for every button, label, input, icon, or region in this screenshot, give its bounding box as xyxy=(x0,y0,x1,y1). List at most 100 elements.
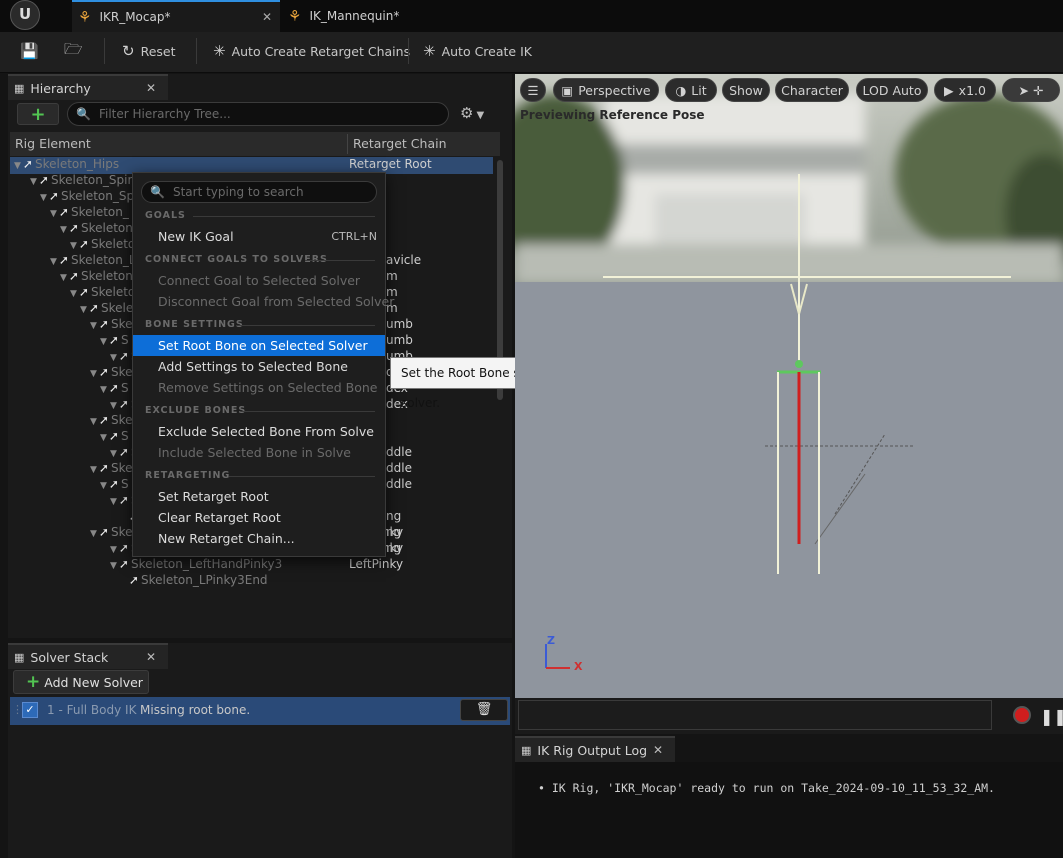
expand-arrow-icon[interactable]: ▼ xyxy=(90,465,97,475)
hierarchy-tab[interactable]: ▦ Hierarchy ✕ xyxy=(8,74,168,100)
tree-row[interactable]: ▼ ➚ Skeleton_LeftHandPinky3 xyxy=(110,557,282,573)
tree-row[interactable]: ▼ ➚ Skeleto xyxy=(70,237,135,253)
expand-arrow-icon[interactable]: ▼ xyxy=(100,337,107,347)
tree-row[interactable]: ▼ ➚ Skeleton_Spine xyxy=(30,173,142,189)
expand-arrow-icon[interactable]: ▼ xyxy=(90,417,97,427)
col-retarget-chain[interactable]: Retarget Chain xyxy=(353,136,447,151)
tree-row[interactable]: ▼ ➚ Skeleton xyxy=(60,269,133,285)
expand-arrow-icon[interactable]: ▼ xyxy=(100,481,107,491)
menu-exclude-bone[interactable]: Exclude Selected Bone From Solve xyxy=(133,421,385,442)
context-search-input[interactable] xyxy=(170,184,363,200)
tree-row[interactable]: ▼➚S xyxy=(100,429,129,445)
expand-arrow-icon[interactable]: ▼ xyxy=(90,529,97,539)
hierarchy-search[interactable]: 🔍 xyxy=(67,102,449,126)
auto-create-retarget-chains-button[interactable]: ✳ Auto Create Retarget Chains xyxy=(213,38,410,64)
tree-row[interactable]: ▼ ➚ Ske xyxy=(90,365,133,381)
tree-row[interactable]: ▼ ➚ Skeleton_Sp xyxy=(40,189,134,205)
play-speed-button[interactable]: ▶ x1.0 xyxy=(934,78,996,102)
expand-arrow-icon[interactable]: ▼ xyxy=(110,449,117,459)
viewport[interactable] xyxy=(515,74,1063,698)
save-button[interactable]: 💾 xyxy=(20,38,45,64)
tree-row[interactable]: ▼ ➚ Ske xyxy=(90,317,133,333)
transform-tools[interactable]: ➤ ✛ xyxy=(1002,78,1060,102)
tree-row[interactable]: ▼ ➚ Skeleton_ xyxy=(50,205,129,221)
tree-row[interactable]: ▼ ➚ Ske xyxy=(90,413,133,429)
col-rig-element[interactable]: Rig Element xyxy=(15,136,91,151)
menu-remove-settings[interactable]: Remove Settings on Selected Bone xyxy=(133,377,385,398)
expand-arrow-icon[interactable]: ▼ xyxy=(60,225,67,235)
menu-set-retarget-root[interactable]: Set Retarget Root xyxy=(133,486,385,507)
menu-include-bone[interactable]: Include Selected Bone in Solve xyxy=(133,442,385,463)
tree-row[interactable]: ▼ ➚ Skeleto xyxy=(70,285,135,301)
lit-button[interactable]: ◑ Lit xyxy=(665,78,717,102)
expand-arrow-icon[interactable]: ▼ xyxy=(100,385,107,395)
expand-arrow-icon[interactable]: ▼ xyxy=(50,209,57,219)
tree-row[interactable]: ▼ ➚ Skelet xyxy=(80,301,138,317)
expand-arrow-icon[interactable]: ▼ xyxy=(50,257,57,267)
bone-icon: ➚ xyxy=(48,189,59,203)
expand-arrow-icon[interactable]: ▼ xyxy=(110,545,117,555)
perspective-button[interactable]: ▣ Perspective xyxy=(553,78,659,102)
add-element-button[interactable]: + xyxy=(17,103,59,125)
unreal-logo-icon[interactable]: U xyxy=(10,0,40,30)
tree-row[interactable]: ▼ ➚ Skeleton_Hips xyxy=(14,157,119,173)
expand-arrow-icon[interactable]: ▼ xyxy=(14,161,21,171)
reset-button[interactable]: ↻ Reset xyxy=(122,38,176,64)
solver-enabled-checkbox[interactable]: ✓ xyxy=(22,702,38,718)
close-icon[interactable]: ✕ xyxy=(146,650,156,664)
tab-ik-mannequin[interactable]: ⚘ IK_Mannequin* xyxy=(282,0,422,32)
menu-set-root-bone[interactable]: Set Root Bone on Selected Solver xyxy=(133,335,385,356)
expand-arrow-icon[interactable]: ▼ xyxy=(90,321,97,331)
menu-add-settings[interactable]: Add Settings to Selected Bone xyxy=(133,356,385,377)
menu-clear-retarget-root[interactable]: Clear Retarget Root xyxy=(133,507,385,528)
expand-arrow-icon[interactable]: ▼ xyxy=(70,241,77,251)
expand-arrow-icon[interactable]: ▼ xyxy=(80,305,87,315)
record-button[interactable] xyxy=(1013,706,1031,724)
bone-icon: ➚ xyxy=(58,253,69,267)
expand-arrow-icon[interactable]: ▼ xyxy=(110,497,117,507)
tree-row[interactable]: ▼ ➚ Skeleton xyxy=(60,221,133,237)
tree-row[interactable]: ▼➚Skeleton_LPinky3End xyxy=(120,573,268,589)
menu-connect-goal[interactable]: Connect Goal to Selected Solver xyxy=(133,270,385,291)
expand-arrow-icon[interactable]: ▼ xyxy=(110,561,117,571)
expand-arrow-icon[interactable]: ▼ xyxy=(70,289,77,299)
close-icon[interactable]: ✕ xyxy=(262,10,272,24)
lod-button[interactable]: LOD Auto xyxy=(856,78,928,102)
tree-row[interactable]: ▼ ➚ Skeleton_L xyxy=(50,253,136,269)
expand-arrow-icon[interactable]: ▼ xyxy=(90,369,97,379)
close-icon[interactable]: ✕ xyxy=(653,743,663,757)
show-button[interactable]: Show xyxy=(722,78,770,102)
context-search[interactable]: 🔍 xyxy=(141,181,377,203)
retarget-chain-label: umb xyxy=(386,333,413,347)
expand-arrow-icon[interactable]: ▼ xyxy=(110,401,117,411)
auto-create-ik-button[interactable]: ✳ Auto Create IK xyxy=(423,38,532,64)
menu-disconnect-goal[interactable]: Disconnect Goal from Selected Solver xyxy=(133,291,394,312)
expand-arrow-icon[interactable]: ▼ xyxy=(30,177,37,187)
browse-button[interactable]: 🗁 xyxy=(64,38,89,64)
expand-arrow-icon[interactable]: ▼ xyxy=(60,273,67,283)
bone-icon: ➚ xyxy=(98,317,109,331)
tree-row[interactable]: ▼➚S xyxy=(100,477,129,493)
expand-arrow-icon[interactable]: ▼ xyxy=(40,193,47,203)
timeline-scrubber[interactable] xyxy=(518,700,992,730)
settings-gear-icon[interactable]: ⚙ ▼ xyxy=(460,104,484,122)
menu-new-retarget-chain[interactable]: New Retarget Chain... xyxy=(133,528,385,549)
delete-solver-button[interactable]: 🗑 xyxy=(460,699,508,721)
bone-name: Ske xyxy=(110,365,133,379)
output-log-tab[interactable]: ▦ IK Rig Output Log ✕ xyxy=(515,736,675,762)
hierarchy-search-input[interactable] xyxy=(96,106,405,122)
tree-row[interactable]: ▼ ➚ Ske xyxy=(90,461,133,477)
tree-row[interactable]: ▼➚S xyxy=(100,381,129,397)
character-button[interactable]: Character xyxy=(775,78,849,102)
expand-arrow-icon[interactable]: ▼ xyxy=(110,353,117,363)
solver-stack-tab[interactable]: ▦ Solver Stack ✕ xyxy=(8,643,168,669)
add-new-solver-button[interactable]: + Add New Solver xyxy=(13,670,149,694)
pause-button[interactable]: ❚❚ xyxy=(1040,707,1063,726)
axis-z-label: Z xyxy=(547,634,555,647)
expand-arrow-icon[interactable]: ▼ xyxy=(100,433,107,443)
menu-new-ik-goal[interactable]: New IK Goal CTRL+N xyxy=(133,226,385,247)
tree-row[interactable]: ▼➚S xyxy=(100,333,129,349)
viewport-menu-button[interactable]: ☰ xyxy=(520,78,546,102)
close-icon[interactable]: ✕ xyxy=(146,81,156,95)
tab-ikr-mocap[interactable]: ⚘ IKR_Mocap* ✕ xyxy=(72,0,280,32)
